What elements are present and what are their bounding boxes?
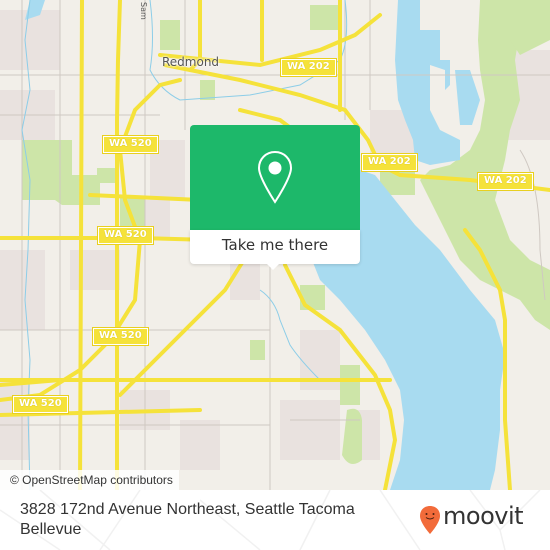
route-shield-wa-520: WA 520 bbox=[92, 327, 149, 346]
popup-pointer bbox=[266, 263, 280, 270]
location-pin-icon bbox=[257, 150, 293, 204]
moovit-pin-face-icon bbox=[420, 506, 440, 534]
route-shield-wa-202: WA 202 bbox=[280, 58, 337, 77]
place-label-redmond: Redmond bbox=[162, 55, 220, 69]
take-me-there-button[interactable]: Take me there bbox=[190, 230, 360, 264]
road-label-sammamish: Sam bbox=[139, 2, 148, 20]
route-shield-wa-202: WA 202 bbox=[361, 153, 418, 172]
route-shield-wa-520: WA 520 bbox=[97, 226, 154, 245]
route-shield-wa-202: WA 202 bbox=[477, 172, 534, 191]
route-shield-wa-520: WA 520 bbox=[102, 135, 159, 154]
route-shield-wa-520: WA 520 bbox=[12, 395, 69, 414]
moovit-wordmark: moovit bbox=[443, 502, 524, 530]
destination-address: 3828 172nd Avenue Northeast, Seattle Tac… bbox=[20, 501, 355, 538]
map-attribution[interactable]: © OpenStreetMap contributors bbox=[0, 470, 179, 490]
destination-popup bbox=[190, 125, 360, 235]
moovit-logo[interactable]: moovit bbox=[419, 502, 539, 538]
